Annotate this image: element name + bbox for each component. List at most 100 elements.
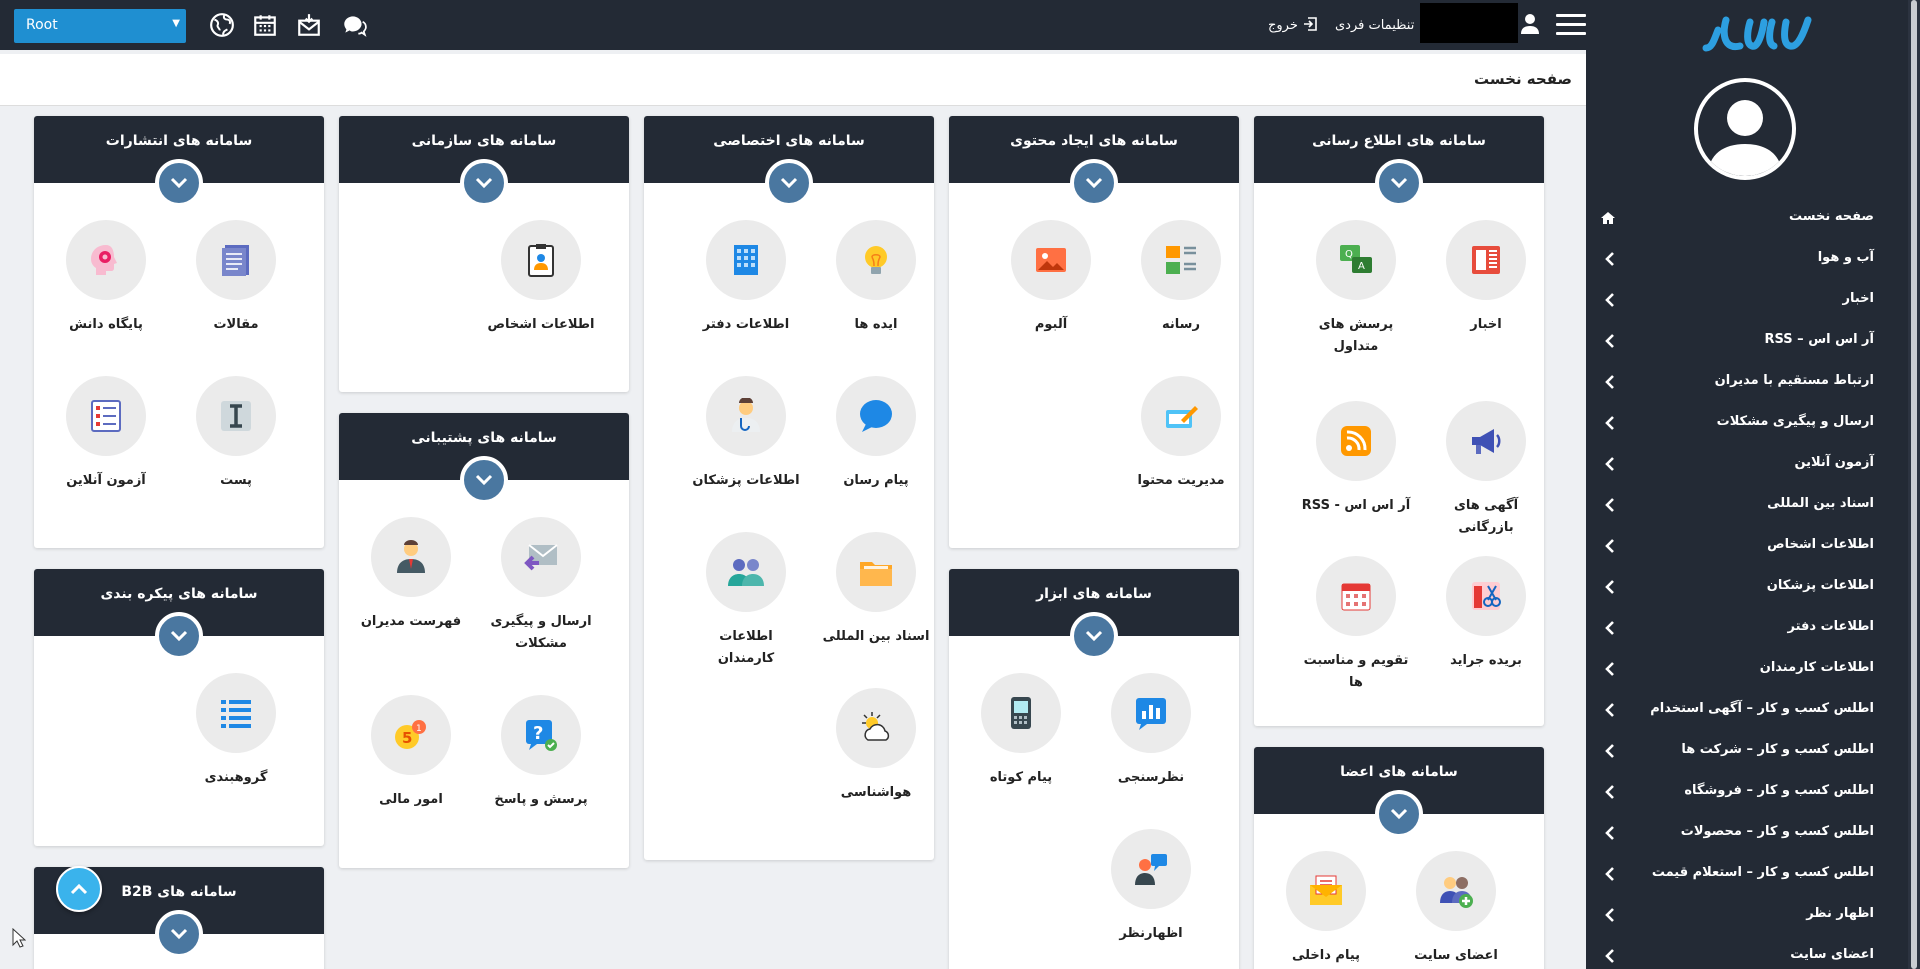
app-tile[interactable]: QA پرسش های متداول bbox=[1301, 220, 1411, 358]
app-tile[interactable]: اسناد بین المللی bbox=[821, 532, 931, 648]
user-avatar[interactable] bbox=[1694, 78, 1796, 180]
sidebar-item[interactable]: صفحه نخست bbox=[1586, 198, 1908, 239]
sidebar-item[interactable]: اطلس کسب و کار – شرکت ها bbox=[1586, 731, 1908, 772]
card-collapse-button[interactable] bbox=[155, 159, 203, 207]
sidebar-item[interactable]: اعضای سایت bbox=[1586, 936, 1908, 969]
app-tile[interactable]: گروهبندی bbox=[181, 673, 291, 789]
card-collapse-button[interactable] bbox=[1070, 612, 1118, 660]
app-tile[interactable]: رسانه bbox=[1126, 220, 1236, 336]
sidebar-item[interactable]: ارتباط مستقیم با مدیران bbox=[1586, 362, 1908, 403]
sidebar-item[interactable]: اطلس کسب و کار – فروشگاه bbox=[1586, 772, 1908, 813]
app-tile[interactable]: آر اس اس - RSS bbox=[1301, 401, 1411, 517]
mail-icon[interactable] bbox=[296, 12, 322, 38]
lightbulb-icon bbox=[836, 220, 916, 300]
sidebar-item-label: اطلاعات اشخاص bbox=[1767, 537, 1874, 552]
sidebar-item[interactable]: اطلاعات کارمندان bbox=[1586, 649, 1908, 690]
app-tile[interactable]: مدیریت محتوا bbox=[1126, 376, 1236, 492]
app-tile[interactable]: پست bbox=[181, 376, 291, 492]
app-tile[interactable]: اطلاعات کارمندان bbox=[691, 532, 801, 670]
sidebar-item[interactable]: آب و هوا bbox=[1586, 239, 1908, 280]
app-tile[interactable]: 51 امور مالی bbox=[356, 695, 466, 811]
doctor-icon bbox=[706, 376, 786, 456]
app-tile[interactable]: پیام رسان bbox=[821, 376, 931, 492]
app-tile-label: پست bbox=[220, 473, 252, 488]
card-collapse-button[interactable] bbox=[155, 612, 203, 660]
site-members-icon bbox=[1416, 851, 1496, 931]
scrollbar-thumb[interactable] bbox=[1911, 0, 1917, 969]
app-tile[interactable]: اظهارنظر bbox=[1096, 829, 1206, 945]
app-tile[interactable]: اطلاعات اشخاص bbox=[486, 220, 596, 336]
scroll-top-button[interactable] bbox=[56, 866, 102, 912]
card-collapse-button[interactable] bbox=[155, 910, 203, 958]
app-tile-label: اطلاعات اشخاص bbox=[487, 317, 595, 332]
top-bar: Root ▼ خروج تنظیمات فردی bbox=[0, 0, 1586, 50]
app-tile[interactable]: پایگاه دانش bbox=[51, 220, 161, 336]
card-collapse-button[interactable] bbox=[1070, 159, 1118, 207]
sidebar-item[interactable]: اطلس کسب و کار – استعلام قیمت bbox=[1586, 854, 1908, 895]
app-tile[interactable]: نظرسنجی bbox=[1096, 673, 1206, 789]
root-select-value: Root bbox=[26, 17, 58, 33]
sidebar-item[interactable]: اطلاعات پزشکان bbox=[1586, 567, 1908, 608]
office-building-icon bbox=[706, 220, 786, 300]
app-tile-label: هواشناسی bbox=[840, 785, 912, 800]
app-tile[interactable]: پیام کوتاه bbox=[966, 673, 1076, 789]
app-tile[interactable]: آزمون آنلاین bbox=[51, 376, 161, 492]
globe-icon[interactable] bbox=[209, 12, 235, 38]
app-tile[interactable]: اعضای سایت bbox=[1401, 851, 1511, 967]
sidebar-scrollbar[interactable] bbox=[1908, 0, 1920, 969]
menu-toggle-button[interactable] bbox=[1556, 14, 1586, 36]
logout-link[interactable]: خروج bbox=[1268, 16, 1318, 33]
sidebar-item[interactable]: آر اس اس – RSS bbox=[1586, 321, 1908, 362]
app-tile[interactable]: اطلاعات دفتر bbox=[691, 220, 801, 336]
app-tile-label: امور مالی bbox=[379, 792, 443, 807]
app-tile[interactable]: آگهی های بازرگانی bbox=[1431, 401, 1541, 539]
app-tile[interactable]: اخبار bbox=[1431, 220, 1541, 336]
app-tile[interactable]: بریده جراید bbox=[1431, 556, 1541, 672]
person-card-icon bbox=[501, 220, 581, 300]
card-collapse-button[interactable] bbox=[1375, 790, 1423, 838]
calendar-icon[interactable] bbox=[252, 12, 278, 38]
sidebar-item[interactable]: اطلس کسب و کار – آگهی استخدام bbox=[1586, 690, 1908, 731]
sms-phone-icon bbox=[981, 673, 1061, 753]
app-tile[interactable]: ? پرسش و پاسخ bbox=[486, 695, 596, 811]
app-tile[interactable]: مقالات bbox=[181, 220, 291, 336]
breadcrumb: صفحه نخست bbox=[0, 54, 1586, 106]
app-tile[interactable]: فهرست مدیران bbox=[356, 517, 466, 633]
app-tile[interactable]: پیام داخلی bbox=[1271, 851, 1381, 967]
sidebar-nav: صفحه نخست آب و هوا اخبار آر اس اس – RSS ارتب… bbox=[1586, 198, 1908, 969]
logout-icon bbox=[1302, 16, 1318, 32]
card-collapse-button[interactable] bbox=[765, 159, 813, 207]
sidebar-item[interactable]: اطلاعات دفتر bbox=[1586, 608, 1908, 649]
app-tile[interactable]: ارسال و پیگیری مشکلات bbox=[486, 517, 596, 655]
card-header: سامانه های انتشارات bbox=[34, 116, 324, 207]
chevron-left-icon bbox=[1602, 743, 1618, 759]
root-select[interactable]: Root ▼ bbox=[14, 9, 186, 43]
card-collapse-button[interactable] bbox=[1375, 159, 1423, 207]
user-icon[interactable] bbox=[1520, 13, 1540, 35]
chat-icon[interactable] bbox=[341, 12, 367, 38]
comment-icon bbox=[1111, 829, 1191, 909]
articles-icon bbox=[196, 220, 276, 300]
sidebar-item[interactable]: اخبار bbox=[1586, 280, 1908, 321]
app-tile[interactable]: آلبوم bbox=[996, 220, 1106, 336]
sidebar-item[interactable]: اسناد بین المللی bbox=[1586, 485, 1908, 526]
app-tile[interactable]: هواشناسی bbox=[821, 688, 931, 804]
app-tile-label: گروهبندی bbox=[204, 770, 268, 785]
app-tile-label: ارسال و پیگیری مشکلات bbox=[490, 614, 592, 652]
chevron-left-icon bbox=[1602, 661, 1618, 677]
chevron-left-icon bbox=[1602, 948, 1618, 964]
sidebar-item-label: صفحه نخست bbox=[1789, 209, 1874, 224]
knowledge-base-icon bbox=[66, 220, 146, 300]
card-collapse-button[interactable] bbox=[460, 159, 508, 207]
card-collapse-button[interactable] bbox=[460, 456, 508, 504]
sidebar-item[interactable]: اطلاعات اشخاص bbox=[1586, 526, 1908, 567]
app-tile[interactable]: تقویم و مناسبت ها bbox=[1301, 556, 1411, 694]
app-tile[interactable]: ایده ها bbox=[821, 220, 931, 336]
app-tile[interactable]: اطلاعات پزشکان bbox=[691, 376, 801, 492]
sidebar-item[interactable]: اطلس کسب و کار – محصولات bbox=[1586, 813, 1908, 854]
app-tile-label: پرسش و پاسخ bbox=[494, 792, 588, 807]
sidebar-item[interactable]: آزمون آنلاین bbox=[1586, 444, 1908, 485]
app-tile-label: نظرسنجی bbox=[1117, 770, 1185, 785]
sidebar-item[interactable]: اظهار نظر bbox=[1586, 895, 1908, 936]
sidebar-item[interactable]: ارسال و پیگیری مشکلات bbox=[1586, 403, 1908, 444]
